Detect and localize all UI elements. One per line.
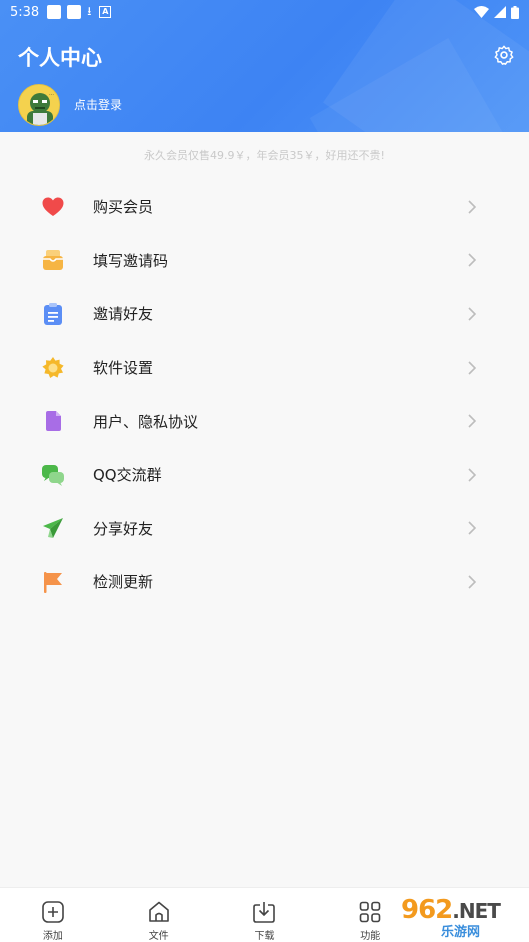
- login-link[interactable]: 点击登录: [74, 96, 122, 113]
- paper-plane-icon: [41, 516, 65, 540]
- chevron-right-icon: [468, 253, 477, 267]
- site-watermark: 962.NET 乐游网: [397, 893, 525, 940]
- menu-item-label: 邀请好友: [93, 305, 154, 324]
- sun-gear-icon: [41, 356, 65, 380]
- menu-item-software-settings[interactable]: 软件设置: [0, 341, 529, 395]
- menu-item-label: 用户、隐私协议: [93, 412, 199, 431]
- wifi-icon: [474, 6, 489, 18]
- chevron-right-icon: [468, 200, 477, 214]
- app-status-icon: A: [99, 6, 112, 18]
- watermark-logo-net: .NET: [452, 899, 501, 923]
- status-time: 5:38: [10, 4, 40, 20]
- menu-item-qq-group[interactable]: QQ交流群: [0, 448, 529, 502]
- avatar[interactable]: …: [18, 84, 60, 126]
- signal-icon: [494, 6, 506, 18]
- watermark-subtitle: 乐游网: [441, 925, 481, 940]
- tab-add[interactable]: 添加: [0, 888, 106, 942]
- menu-item-buy-membership[interactable]: 购买会员: [0, 180, 529, 234]
- gear-icon[interactable]: [493, 44, 515, 66]
- menu-item-label: 填写邀请码: [93, 251, 169, 270]
- grid-icon: [359, 901, 381, 923]
- menu-item-label: 软件设置: [93, 359, 154, 378]
- menu-item-invite-code[interactable]: 填写邀请码: [0, 234, 529, 288]
- tab-label: 功能: [360, 931, 381, 942]
- notification-icon: [67, 5, 82, 19]
- membership-promo-text: 永久会员仅售49.9￥，年会员35￥，好用还不贵!: [144, 149, 385, 162]
- avatar-character-icon: …: [19, 85, 59, 125]
- tab-label: 文件: [148, 931, 169, 942]
- chevron-right-icon: [468, 414, 477, 428]
- notification-icon: [47, 5, 62, 19]
- page-title: 个人中心: [18, 46, 102, 70]
- chevron-right-icon: [468, 468, 477, 482]
- menu-item-label: 购买会员: [93, 198, 154, 217]
- menu-item-label: QQ交流群: [93, 466, 162, 485]
- tab-download[interactable]: 下载: [212, 888, 318, 942]
- flag-icon: [41, 570, 65, 594]
- menu-item-check-update[interactable]: 检测更新: [0, 555, 529, 609]
- tab-files[interactable]: 文件: [106, 888, 212, 942]
- mailbox-icon: [41, 248, 65, 272]
- document-icon: [41, 409, 65, 433]
- menu-item-invite-friends[interactable]: 邀请好友: [0, 287, 529, 341]
- chevron-right-icon: [468, 307, 477, 321]
- heart-icon: [41, 195, 65, 219]
- chevron-right-icon: [468, 575, 477, 589]
- status-bar: 5:38 ⭳ A: [0, 0, 529, 24]
- menu-item-label: 检测更新: [93, 573, 154, 592]
- menu-item-label: 分享好友: [93, 519, 154, 538]
- settings-menu: 购买会员 填写邀请码 邀请好友 软件设置 用户、隐私协议 QQ交流群 分享好友 …: [0, 180, 529, 609]
- chat-bubbles-icon: [41, 463, 65, 487]
- chevron-right-icon: [468, 521, 477, 535]
- home-icon: [148, 901, 169, 922]
- add-square-icon: [42, 901, 64, 923]
- download-tray-icon: [253, 902, 276, 923]
- clipboard-icon: [41, 302, 65, 326]
- svg-text:…: …: [49, 91, 54, 97]
- menu-item-privacy-agreement[interactable]: 用户、隐私协议: [0, 394, 529, 448]
- tab-label: 下载: [254, 931, 275, 942]
- chevron-right-icon: [468, 361, 477, 375]
- menu-item-share-friends[interactable]: 分享好友: [0, 502, 529, 556]
- download-status-icon: ⭳: [87, 3, 92, 18]
- profile-header: 5:38 ⭳ A 个人中心 … 点击登录: [0, 0, 529, 132]
- tab-label: 添加: [42, 931, 63, 942]
- battery-icon: [511, 5, 519, 19]
